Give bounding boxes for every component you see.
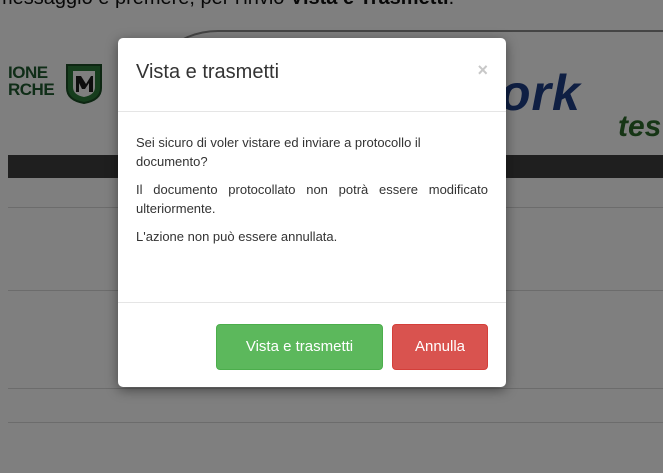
dialog-message-1: Sei sicuro di voler vistare ed inviare a…: [136, 135, 421, 169]
close-icon[interactable]: ×: [477, 60, 488, 80]
dialog-title: Vista e trasmetti: [136, 61, 280, 83]
cancel-button[interactable]: Annulla: [392, 324, 488, 370]
confirm-button[interactable]: Vista e trasmetti: [216, 324, 383, 370]
dialog-header: Vista e trasmetti ×: [118, 38, 506, 112]
dialog-footer: Vista e trasmetti Annulla: [118, 302, 506, 388]
dialog-message-3: L'azione non può essere annullata.: [136, 229, 338, 244]
confirm-dialog: Vista e trasmetti × Sei sicuro di voler …: [118, 38, 506, 387]
dialog-message-2: Il documento protocollato non potrà esse…: [136, 182, 488, 216]
dialog-body: Sei sicuro di voler vistare ed inviare a…: [136, 133, 488, 255]
